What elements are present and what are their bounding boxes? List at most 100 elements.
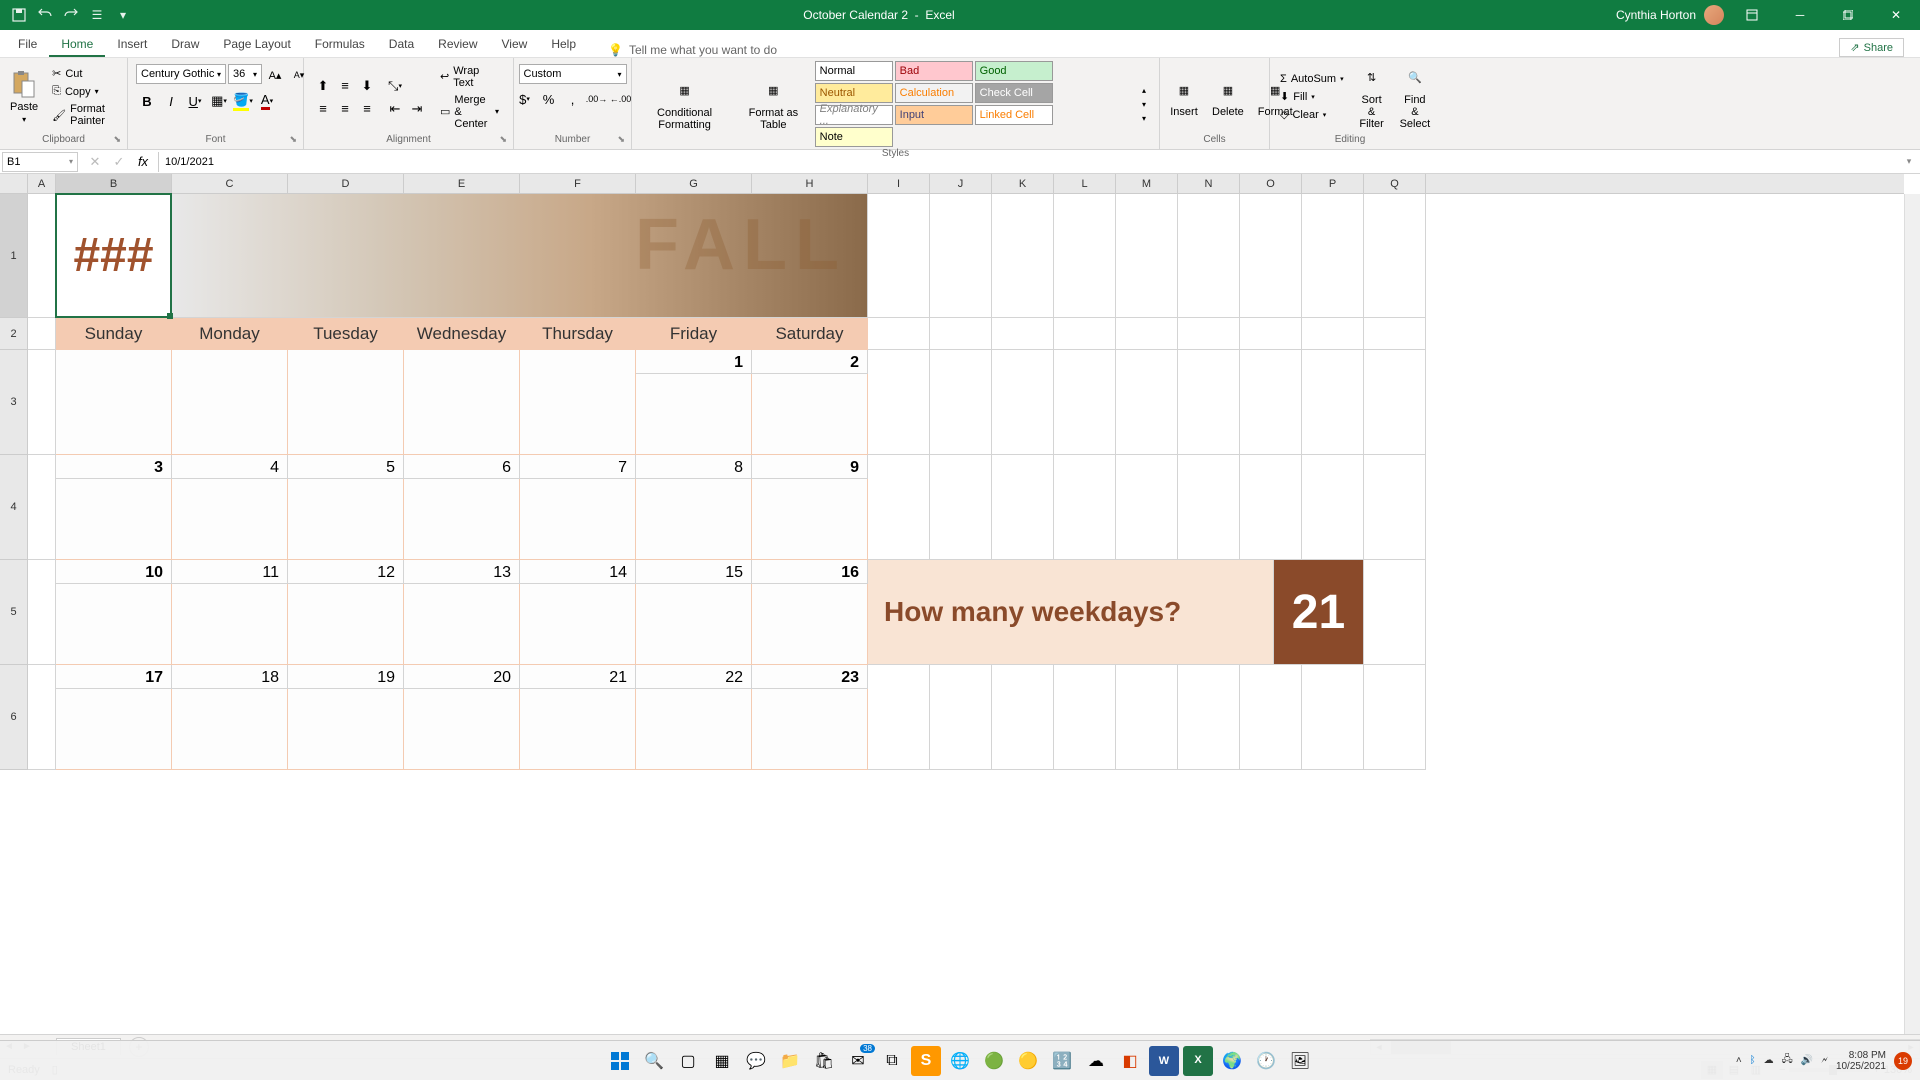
date-15[interactable]: 15 xyxy=(636,560,752,584)
power-icon[interactable]: 🗲 xyxy=(1821,1055,1828,1066)
col-header-N[interactable]: N xyxy=(1178,174,1240,193)
date-6[interactable]: 6 xyxy=(404,455,520,479)
cell-A5[interactable] xyxy=(28,560,56,665)
start-icon[interactable] xyxy=(605,1046,635,1076)
cell-M4[interactable] xyxy=(1116,455,1178,560)
cell-N6[interactable] xyxy=(1178,665,1240,770)
redo-icon[interactable] xyxy=(60,4,82,26)
row-header-5[interactable]: 5 xyxy=(0,560,28,665)
cell-M1[interactable] xyxy=(1116,194,1178,318)
font-name-combo[interactable]: Century Gothic▾ xyxy=(136,64,226,84)
sublime-icon[interactable]: S xyxy=(911,1046,941,1076)
qat-customize-icon[interactable]: ▾ xyxy=(112,4,134,26)
align-middle-icon[interactable]: ≡ xyxy=(334,75,356,97)
fall-banner-image[interactable]: FALL xyxy=(172,194,868,318)
wrap-text-button[interactable]: ↩Wrap Text xyxy=(434,63,505,91)
date-16[interactable]: 16 xyxy=(752,560,868,584)
cell-Q5[interactable] xyxy=(1364,560,1426,665)
cell-M6[interactable] xyxy=(1116,665,1178,770)
cell-L3[interactable] xyxy=(1054,350,1116,455)
cell-K3[interactable] xyxy=(992,350,1054,455)
col-header-E[interactable]: E xyxy=(404,174,520,193)
cell-L2[interactable] xyxy=(1054,318,1116,350)
date-5[interactable]: 5 xyxy=(288,455,404,479)
user-avatar[interactable] xyxy=(1704,5,1724,25)
increase-decimal-icon[interactable]: .00→ xyxy=(586,88,608,110)
cell-F3[interactable] xyxy=(520,350,636,455)
search-taskbar-icon[interactable]: 🔍 xyxy=(639,1046,669,1076)
mail-icon[interactable]: ✉38 xyxy=(843,1046,873,1076)
cell-P3[interactable] xyxy=(1302,350,1364,455)
clipboard-dialog-icon[interactable]: ⬊ xyxy=(113,134,121,145)
user-name[interactable]: Cynthia Horton xyxy=(1616,8,1696,22)
font-size-combo[interactable]: 36▾ xyxy=(228,64,262,84)
date-22[interactable]: 22 xyxy=(636,665,752,689)
cell-styles-gallery[interactable]: NormalBadGoodNeutralCalculationCheck Cel… xyxy=(814,60,1129,148)
share-button[interactable]: ⇗ Share xyxy=(1839,38,1904,57)
calculator-icon[interactable]: 🔢 xyxy=(1047,1046,1077,1076)
col-header-I[interactable]: I xyxy=(868,174,930,193)
cell-D3[interactable] xyxy=(288,350,404,455)
name-box[interactable]: B1▾ xyxy=(2,152,78,172)
cell-A6[interactable] xyxy=(28,665,56,770)
day-header-monday[interactable]: Monday xyxy=(172,318,288,350)
tab-help[interactable]: Help xyxy=(539,33,588,57)
weekday-question[interactable]: How many weekdays? xyxy=(868,560,1274,665)
save-icon[interactable] xyxy=(8,4,30,26)
date-21[interactable]: 21 xyxy=(520,665,636,689)
col-header-J[interactable]: J xyxy=(930,174,992,193)
cell-N3[interactable] xyxy=(1178,350,1240,455)
store-icon[interactable]: 🛍 xyxy=(809,1046,839,1076)
border-button[interactable]: ▦▾ xyxy=(208,90,230,112)
insert-button[interactable]: ▦Insert xyxy=(1164,74,1204,120)
decrease-indent-icon[interactable]: ⇤ xyxy=(384,98,406,120)
style-calculation[interactable]: Calculation xyxy=(895,83,973,103)
onedrive-tray-icon[interactable]: ☁ xyxy=(1764,1055,1774,1066)
copy-button[interactable]: ⎘Copy▾ xyxy=(46,83,123,100)
sort-filter-button[interactable]: ⇅Sort & Filter xyxy=(1352,62,1392,132)
weekday-answer[interactable]: 21 xyxy=(1274,560,1364,665)
task-view-icon[interactable]: ▢ xyxy=(673,1046,703,1076)
col-header-O[interactable]: O xyxy=(1240,174,1302,193)
col-header-D[interactable]: D xyxy=(288,174,404,193)
cell-Q2[interactable] xyxy=(1364,318,1426,350)
decrease-decimal-icon[interactable]: ←.00 xyxy=(610,88,632,110)
day-header-saturday[interactable]: Saturday xyxy=(752,318,868,350)
volume-icon[interactable]: 🔊 xyxy=(1801,1055,1813,1066)
cell-L1[interactable] xyxy=(1054,194,1116,318)
col-header-Q[interactable]: Q xyxy=(1364,174,1426,193)
cell-O4[interactable] xyxy=(1240,455,1302,560)
ribbon-display-icon[interactable] xyxy=(1732,0,1772,30)
cell-E3[interactable] xyxy=(404,350,520,455)
touch-mode-icon[interactable]: ☰ xyxy=(86,4,108,26)
enter-formula-icon[interactable]: ✓ xyxy=(108,151,130,173)
cancel-formula-icon[interactable]: ✕ xyxy=(84,151,106,173)
date-4[interactable]: 4 xyxy=(172,455,288,479)
col-header-G[interactable]: G xyxy=(636,174,752,193)
style-linked-cell[interactable]: Linked Cell xyxy=(975,105,1053,125)
align-left-icon[interactable]: ≡ xyxy=(312,98,334,120)
date-7[interactable]: 7 xyxy=(520,455,636,479)
cell-I3[interactable] xyxy=(868,350,930,455)
cell-C3[interactable] xyxy=(172,350,288,455)
cell-K4[interactable] xyxy=(992,455,1054,560)
cell-J4[interactable] xyxy=(930,455,992,560)
date-18[interactable]: 18 xyxy=(172,665,288,689)
cell-J2[interactable] xyxy=(930,318,992,350)
cell-J6[interactable] xyxy=(930,665,992,770)
cell-P2[interactable] xyxy=(1302,318,1364,350)
tab-view[interactable]: View xyxy=(490,33,540,57)
row-header-3[interactable]: 3 xyxy=(0,350,28,455)
style-bad[interactable]: Bad xyxy=(895,61,973,81)
font-color-button[interactable]: A▾ xyxy=(256,90,278,112)
date-11[interactable]: 11 xyxy=(172,560,288,584)
tab-draw[interactable]: Draw xyxy=(159,33,211,57)
cell-I4[interactable] xyxy=(868,455,930,560)
dropbox-icon[interactable]: ⧉ xyxy=(877,1046,907,1076)
tab-home[interactable]: Home xyxy=(49,33,105,57)
col-header-H[interactable]: H xyxy=(752,174,868,193)
row-header-6[interactable]: 6 xyxy=(0,665,28,770)
align-right-icon[interactable]: ≡ xyxy=(356,98,378,120)
date-9[interactable]: 9 xyxy=(752,455,868,479)
word-icon[interactable]: W xyxy=(1149,1046,1179,1076)
